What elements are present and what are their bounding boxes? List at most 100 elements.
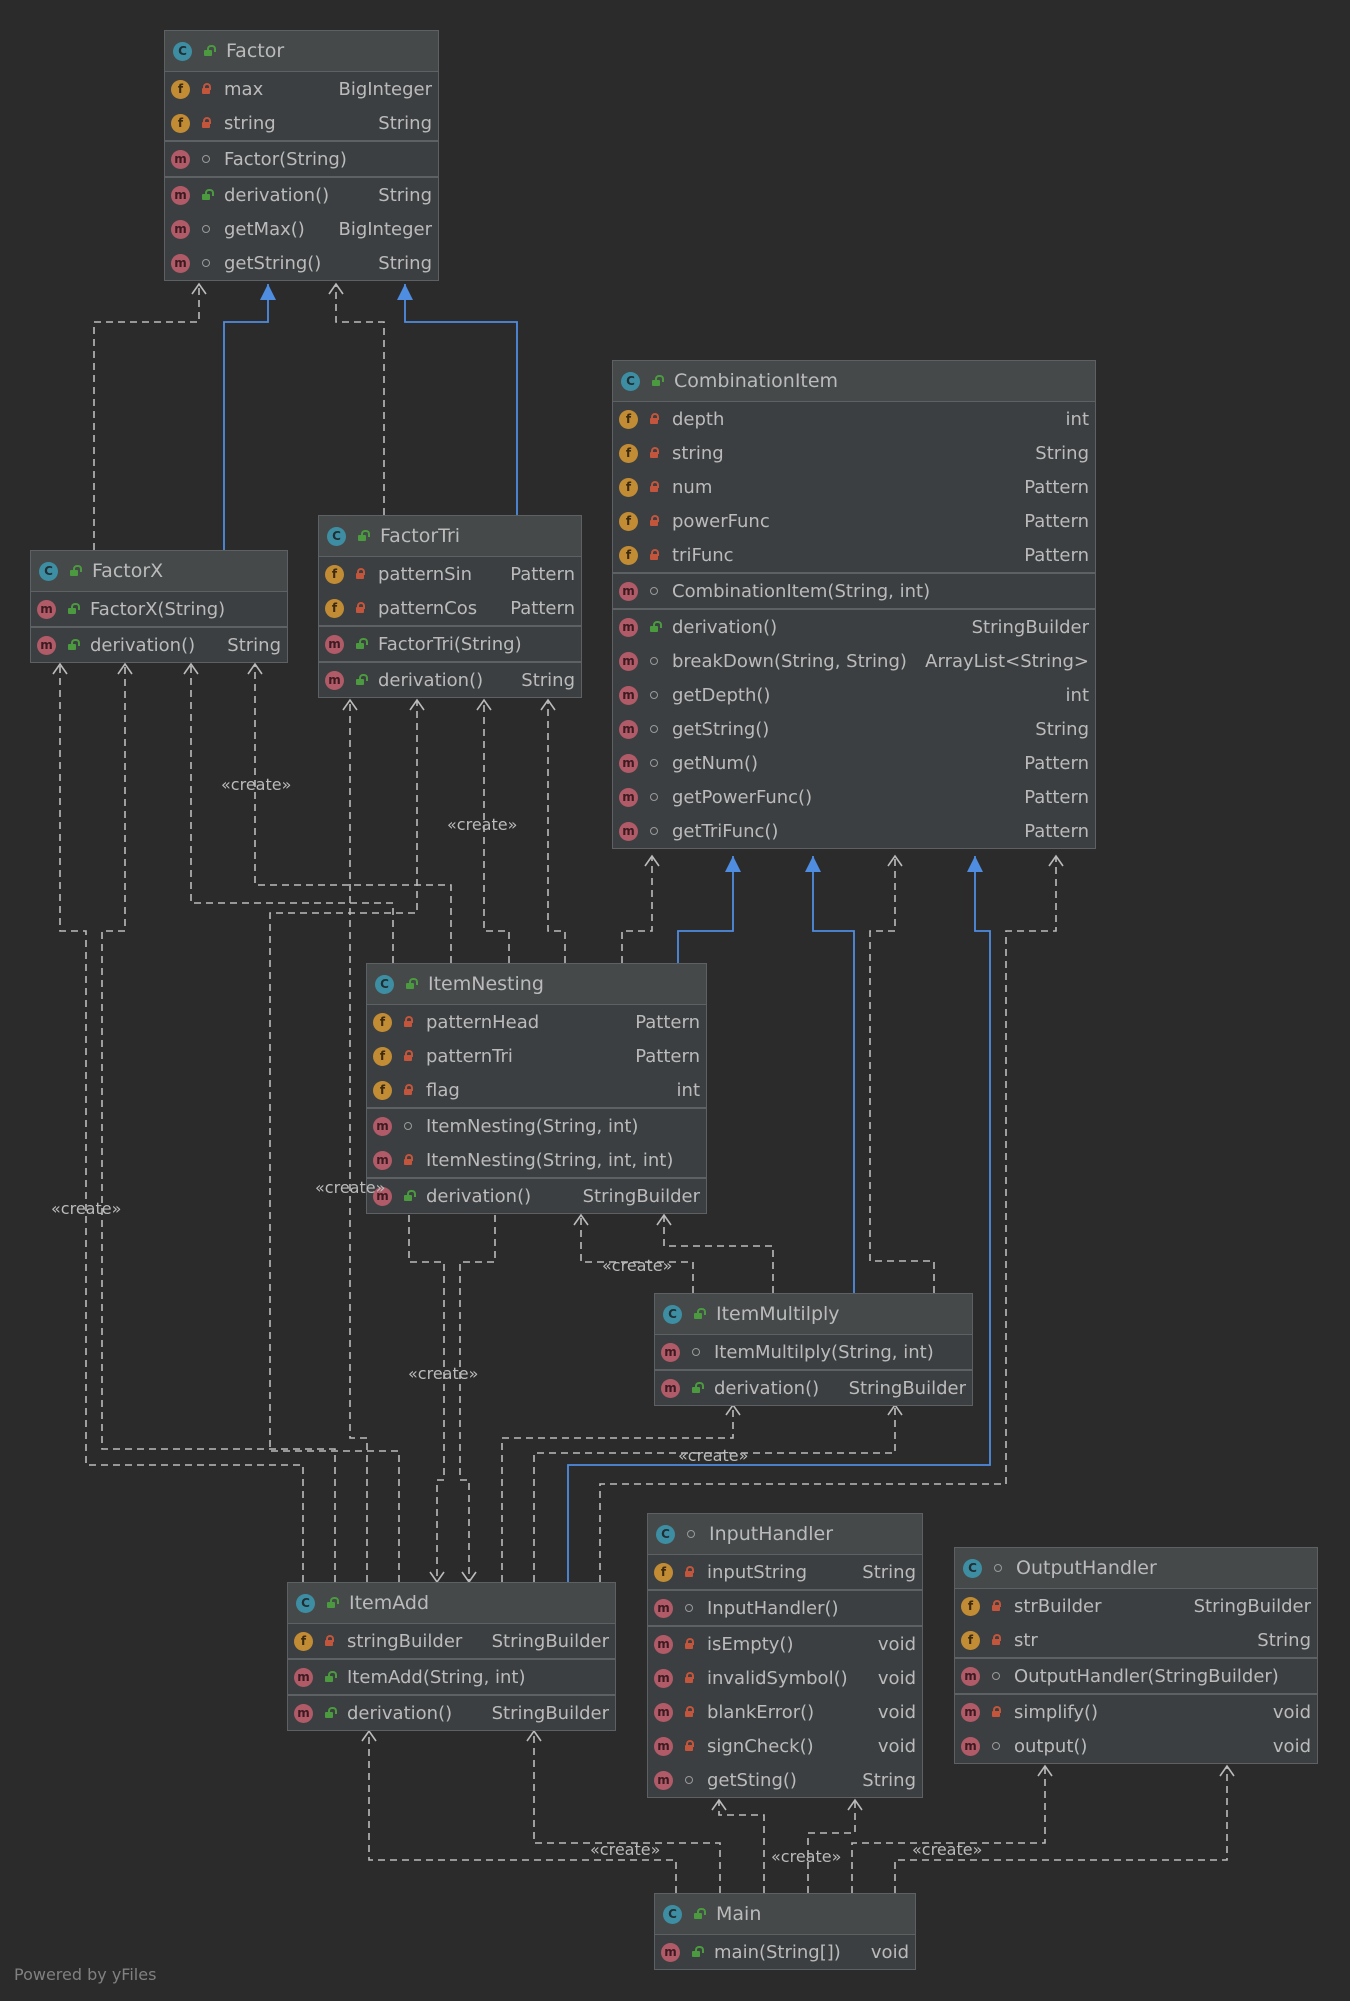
public-lock-icon: [692, 1908, 706, 1920]
class-name: ItemNesting: [428, 973, 544, 995]
constructor-name: FactorX(String): [90, 598, 226, 620]
public-lock-icon: [323, 1671, 337, 1683]
private-lock-icon: [648, 549, 660, 561]
class-item-add[interactable]: C ItemAdd f stringBuilder StringBuilder m I…: [287, 1582, 616, 1731]
class-name: Factor: [226, 40, 285, 62]
constructor-name: ItemNesting(String, int, int): [426, 1149, 674, 1171]
field-type: StringBuilder: [1193, 1595, 1311, 1617]
class-combination-item[interactable]: C CombinationItem f depth int f string Strin…: [612, 360, 1096, 849]
class-header: C Factor: [165, 31, 438, 72]
method-name: getNum(): [672, 752, 759, 774]
field-type: String: [1257, 1629, 1311, 1651]
class-factor-x[interactable]: C FactorX m FactorX(String) m derivation()…: [30, 550, 288, 663]
constructor-name: Factor(String): [224, 148, 347, 170]
class-main[interactable]: C Main m main(String[]) void: [654, 1893, 916, 1970]
class-header: C ItemNesting: [367, 964, 706, 1005]
method-type: void: [877, 1701, 916, 1723]
public-lock-icon: [66, 639, 80, 651]
field-icon: f: [171, 113, 190, 133]
field-type: Pattern: [635, 1045, 700, 1067]
class-factor[interactable]: C Factor f max BigInteger f string String m F…: [164, 30, 439, 281]
dependency-edge: [190, 664, 394, 963]
method-row: m derivation() StringBuilder: [655, 1369, 972, 1405]
class-input-handler[interactable]: C InputHandler f inputString String m Input…: [647, 1513, 923, 1798]
inheritance-arrowhead: [967, 856, 983, 872]
method-row: m getDepth() int: [613, 678, 1095, 712]
field-name: patternCos: [378, 597, 478, 619]
dependency-edge: [93, 284, 200, 550]
field-row: f flag int: [367, 1073, 706, 1107]
private-lock-icon: [402, 1084, 414, 1096]
abstract-method-icon: m: [171, 185, 190, 205]
public-lock-icon: [323, 1707, 337, 1719]
method-type: Pattern: [1024, 786, 1089, 808]
class-name: OutputHandler: [1016, 1557, 1157, 1579]
method-name: output(): [1014, 1735, 1088, 1757]
field-type: String: [1035, 442, 1089, 464]
method-icon: m: [619, 753, 638, 773]
package-private-icon: [683, 1602, 695, 1614]
method-type: Pattern: [1024, 752, 1089, 774]
field-name: patternTri: [426, 1045, 513, 1067]
method-icon: m: [961, 1736, 980, 1756]
field-type: Pattern: [635, 1011, 700, 1033]
method-row: m isEmpty() void: [648, 1625, 922, 1661]
method-row: m getMax() BigInteger: [165, 212, 438, 246]
method-name: getString(): [672, 718, 770, 740]
public-lock-icon: [66, 603, 80, 615]
public-lock-icon: [354, 674, 368, 686]
field-icon: f: [619, 477, 638, 497]
method-icon: m: [619, 719, 638, 739]
constructor-row: m ItemNesting(String, int): [367, 1107, 706, 1143]
inheritance-edge: [812, 856, 855, 1293]
field-icon: f: [325, 598, 344, 618]
method-row: m derivation() String: [165, 176, 438, 212]
method-type: String: [378, 252, 432, 274]
dependency-edge: [459, 1215, 496, 1582]
method-type: void: [877, 1667, 916, 1689]
field-name: powerFunc: [672, 510, 770, 532]
dependency-edge: [335, 284, 385, 515]
abstract-class-icon: C: [173, 41, 192, 61]
field-icon: f: [373, 1046, 392, 1066]
class-item-nesting[interactable]: C ItemNesting f patternHead Pattern f patte…: [366, 963, 707, 1214]
private-lock-icon: [354, 602, 366, 614]
method-name: getMax(): [224, 218, 305, 240]
public-lock-icon: [325, 1597, 339, 1609]
class-output-handler[interactable]: C OutputHandler f strBuilder StringBuilder…: [954, 1547, 1318, 1764]
class-icon: C: [663, 1304, 682, 1324]
field-name: max: [224, 78, 264, 100]
private-lock-icon: [683, 1672, 695, 1684]
constructor-name: ItemNesting(String, int): [426, 1115, 639, 1137]
field-row: f patternCos Pattern: [319, 591, 581, 625]
class-item-multilply[interactable]: C ItemMultilply m ItemMultilply(String, i…: [654, 1293, 973, 1406]
method-icon: m: [619, 821, 638, 841]
field-icon: f: [294, 1631, 313, 1651]
class-factor-tri[interactable]: C FactorTri f patternSin Pattern f patternC…: [318, 515, 582, 698]
method-icon: m: [961, 1666, 980, 1686]
package-private-icon: [990, 1670, 1002, 1682]
constructor-row: m OutputHandler(StringBuilder): [955, 1657, 1317, 1693]
class-name: CombinationItem: [674, 370, 839, 392]
method-name: derivation(): [347, 1702, 453, 1724]
constructor-row: m InputHandler(): [648, 1589, 922, 1625]
method-icon: m: [619, 651, 638, 671]
method-row: m breakDown(String, String) ArrayList<Stri…: [613, 644, 1095, 678]
field-type: BigInteger: [338, 78, 432, 100]
constructor-row: m Factor(String): [165, 140, 438, 176]
private-lock-icon: [648, 481, 660, 493]
inheritance-edge: [223, 284, 269, 550]
dependency-edge: [59, 664, 304, 1582]
package-private-icon: [992, 1562, 1004, 1574]
method-row: m derivation() StringBuilder: [613, 608, 1095, 644]
dependency-edge: [547, 700, 566, 963]
method-name: invalidSymbol(): [707, 1667, 848, 1689]
field-icon: f: [373, 1012, 392, 1032]
method-icon: m: [37, 599, 56, 619]
inheritance-arrowhead: [805, 856, 821, 872]
package-private-icon: [648, 585, 660, 597]
package-private-icon: [200, 257, 212, 269]
field-name: str: [1014, 1629, 1038, 1651]
public-lock-icon: [202, 45, 216, 57]
private-lock-icon: [990, 1634, 1002, 1646]
